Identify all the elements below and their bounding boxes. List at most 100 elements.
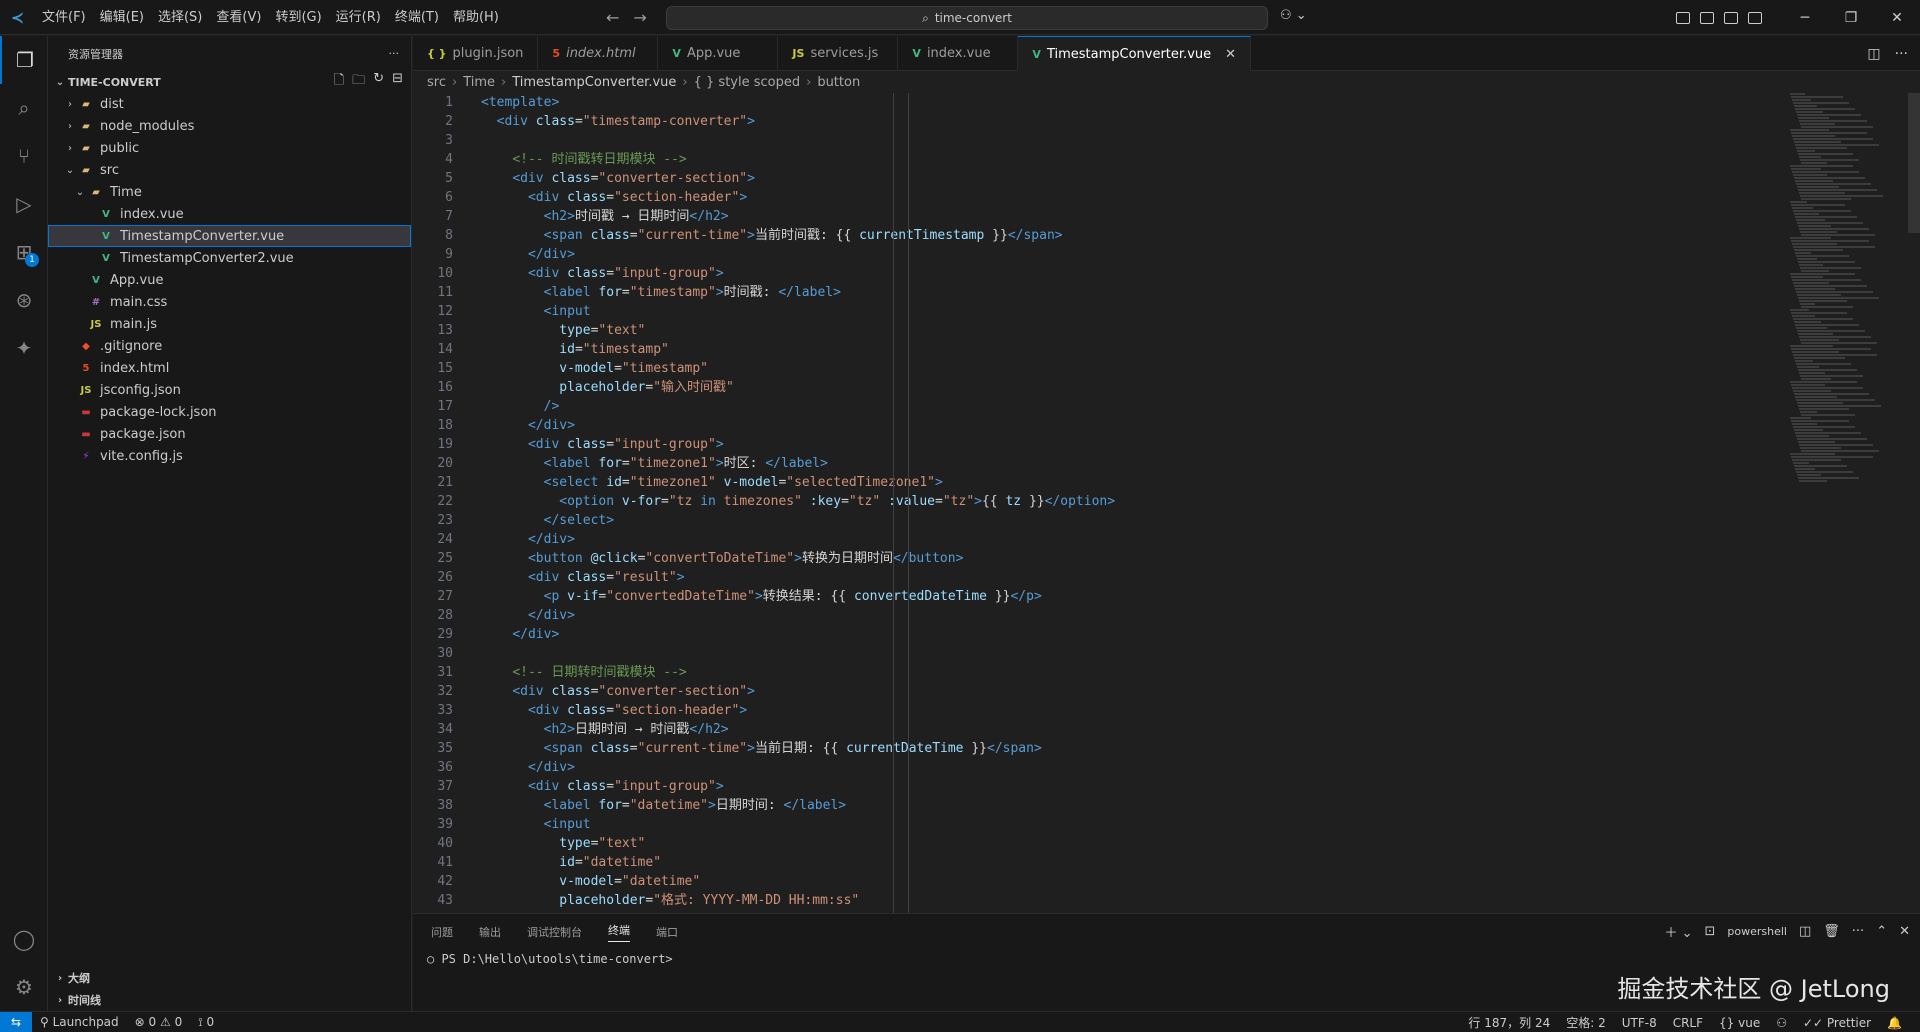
minimize-icon[interactable]: ─ bbox=[1782, 0, 1828, 35]
toggle-sidebar-icon[interactable] bbox=[1700, 11, 1714, 24]
maximize-panel-icon[interactable]: ⌃ bbox=[1876, 924, 1887, 939]
git-graph-icon[interactable]: ⊛ bbox=[0, 276, 48, 324]
tree-item[interactable]: JS main.js bbox=[48, 313, 411, 335]
close-panel-icon[interactable]: ✕ bbox=[1899, 924, 1910, 939]
code-line[interactable]: 34 <h2>日期时间 → 时间戳</h2> bbox=[413, 720, 1788, 739]
code-line[interactable]: 11 <label for="timestamp">时间戳: </label> bbox=[413, 283, 1788, 302]
tree-item[interactable]: Vindex.vue bbox=[48, 203, 411, 225]
code-line[interactable]: 43 placeholder="格式: YYYY-MM-DD HH:mm:ss" bbox=[413, 891, 1788, 910]
notifications-icon[interactable]: 🔔 bbox=[1879, 1016, 1910, 1030]
tree-item[interactable]: ⌄ ▰ Time bbox=[48, 181, 411, 203]
search-view-icon[interactable]: ⌕ bbox=[0, 84, 48, 132]
panel-more-icon[interactable]: ··· bbox=[1852, 924, 1864, 939]
code-line[interactable]: 37 <div class="input-group"> bbox=[413, 777, 1788, 796]
line-ending[interactable]: CRLF bbox=[1665, 1016, 1711, 1030]
panel-tab[interactable]: 端口 bbox=[656, 924, 678, 940]
editor-tab[interactable]: V TimestampConverter.vue ✕ bbox=[1018, 36, 1252, 71]
new-file-icon[interactable]: 🗋 bbox=[334, 71, 344, 93]
breadcrumb-item[interactable]: { } style scoped bbox=[694, 75, 801, 90]
menu-item[interactable]: 选择(S) bbox=[151, 0, 209, 35]
code-line[interactable]: 38 <label for="datetime">日期时间: </label> bbox=[413, 796, 1788, 815]
customize-layout-icon[interactable] bbox=[1676, 11, 1690, 24]
menu-item[interactable]: 运行(R) bbox=[329, 0, 388, 35]
tree-item[interactable]: 5 index.html bbox=[48, 357, 411, 379]
code-line[interactable]: 26 <div class="result"> bbox=[413, 568, 1788, 587]
outline-section[interactable]: › 大纲 bbox=[48, 967, 412, 989]
new-folder-icon[interactable]: 🗀 bbox=[352, 71, 365, 93]
encoding[interactable]: UTF-8 bbox=[1614, 1016, 1665, 1030]
tree-item[interactable]: V App.vue bbox=[48, 269, 411, 291]
source-control-icon[interactable]: ⑂ bbox=[0, 132, 48, 180]
code-line[interactable]: 18 </div> bbox=[413, 416, 1788, 435]
code-line[interactable]: 32 <div class="converter-section"> bbox=[413, 682, 1788, 701]
extensions-icon[interactable]: ⊞ 1 bbox=[0, 228, 48, 276]
tree-item[interactable]: # main.css bbox=[48, 291, 411, 313]
remote-explorer-icon[interactable]: ✦ bbox=[0, 324, 48, 372]
editor-tab[interactable]: 5 index.html bbox=[538, 36, 659, 71]
code-line[interactable]: 21 <select id="timezone1" v-model="selec… bbox=[413, 473, 1788, 492]
code-line[interactable]: 7 <h2>时间戳 → 日期时间</h2> bbox=[413, 207, 1788, 226]
tree-item[interactable]: JS jsconfig.json bbox=[48, 379, 411, 401]
timeline-section[interactable]: › 时间线 bbox=[48, 989, 412, 1011]
copilot-icon[interactable]: ⚇ ⌄ bbox=[1280, 8, 1307, 23]
code-line[interactable]: 25 <button @click="convertToDateTime">转换… bbox=[413, 549, 1788, 568]
remote-indicator-icon[interactable]: ⇆ bbox=[0, 1011, 32, 1032]
code-line[interactable]: 42 v-model="datetime" bbox=[413, 872, 1788, 891]
code-line[interactable]: 19 <div class="input-group"> bbox=[413, 435, 1788, 454]
editor-tab[interactable]: V App.vue bbox=[658, 36, 779, 71]
problems-item[interactable]: ⊗ 0 ⚠ 0 bbox=[127, 1015, 191, 1029]
code-line[interactable]: 17 /> bbox=[413, 397, 1788, 416]
terminal-shell-icon[interactable]: ⊡ bbox=[1704, 924, 1715, 939]
menu-item[interactable]: 编辑(E) bbox=[93, 0, 151, 35]
forward-arrow-icon[interactable]: → bbox=[633, 8, 646, 27]
code-line[interactable]: 14 id="timestamp" bbox=[413, 340, 1788, 359]
language-mode[interactable]: {} vue bbox=[1711, 1016, 1768, 1030]
tree-item[interactable]: › ▰ dist bbox=[48, 93, 411, 115]
close-tab-icon[interactable]: ✕ bbox=[1225, 47, 1236, 62]
split-terminal-icon[interactable]: ◫ bbox=[1799, 924, 1811, 939]
breadcrumb-item[interactable]: button bbox=[817, 75, 860, 90]
tree-item[interactable]: › ▰ node_modules bbox=[48, 115, 411, 137]
code-line[interactable]: 35 <span class="current-time">当前日期: {{ c… bbox=[413, 739, 1788, 758]
toggle-secondary-sidebar-icon[interactable] bbox=[1748, 11, 1762, 24]
panel-tab[interactable]: 终端 bbox=[608, 922, 630, 942]
launchpad-item[interactable]: ⚲ Launchpad bbox=[32, 1015, 127, 1029]
code-line[interactable]: 40 type="text" bbox=[413, 834, 1788, 853]
menu-item[interactable]: 转到(G) bbox=[268, 0, 328, 35]
tree-item[interactable]: ⌄ ▰ src bbox=[48, 159, 411, 181]
editor-tab[interactable]: { } plugin.json bbox=[413, 36, 539, 71]
more-actions-icon[interactable]: ··· bbox=[389, 47, 400, 60]
code-line[interactable]: 15 v-model="timestamp" bbox=[413, 359, 1788, 378]
command-center[interactable]: ⌕ time-convert bbox=[666, 6, 1268, 30]
editor-scrollbar[interactable] bbox=[1906, 93, 1920, 913]
editor-tab[interactable]: Vindex.vue bbox=[898, 36, 1019, 71]
split-editor-icon[interactable]: ◫ bbox=[1867, 46, 1880, 62]
code-line[interactable]: 33 <div class="section-header"> bbox=[413, 701, 1788, 720]
indentation[interactable]: 空格: 2 bbox=[1558, 1014, 1614, 1031]
code-line[interactable]: 30 bbox=[413, 644, 1788, 663]
kill-terminal-icon[interactable]: 🗑 bbox=[1823, 924, 1840, 939]
ports-item[interactable]: ⟟ 0 bbox=[190, 1015, 222, 1030]
run-debug-icon[interactable]: ▷ bbox=[0, 180, 48, 228]
copilot-status-icon[interactable]: ⚇ bbox=[1768, 1016, 1795, 1030]
breadcrumb-item[interactable]: Time bbox=[463, 75, 495, 90]
project-section-header[interactable]: ⌄ TIME-CONVERT 🗋 🗀 ↻ ⊟ bbox=[48, 71, 411, 93]
code-line[interactable]: 12 <input bbox=[413, 302, 1788, 321]
close-window-icon[interactable]: ✕ bbox=[1874, 0, 1920, 35]
panel-tab[interactable]: 输出 bbox=[479, 924, 501, 940]
menu-item[interactable]: 查看(V) bbox=[209, 0, 268, 35]
tree-item[interactable]: V TimestampConverter.vue bbox=[48, 225, 411, 247]
code-line[interactable]: 13 type="text" bbox=[413, 321, 1788, 340]
code-line[interactable]: 6 <div class="section-header"> bbox=[413, 188, 1788, 207]
code-line[interactable]: 36 </div> bbox=[413, 758, 1788, 777]
scroll-thumb[interactable] bbox=[1908, 93, 1920, 233]
code-line[interactable]: 29 </div> bbox=[413, 625, 1788, 644]
code-line[interactable]: 1 <template> bbox=[413, 93, 1788, 112]
menu-item[interactable]: 帮助(H) bbox=[446, 0, 506, 35]
settings-gear-icon[interactable]: ⚙ bbox=[0, 963, 48, 1011]
code-line[interactable]: 23 </select> bbox=[413, 511, 1788, 530]
collapse-all-icon[interactable]: ⊟ bbox=[392, 71, 403, 93]
tree-item[interactable]: ◆ .gitignore bbox=[48, 335, 411, 357]
code-line[interactable]: 8 <span class="current-time">当前时间戳: {{ c… bbox=[413, 226, 1788, 245]
code-line[interactable]: 20 <label for="timezone1">时区: </label> bbox=[413, 454, 1788, 473]
